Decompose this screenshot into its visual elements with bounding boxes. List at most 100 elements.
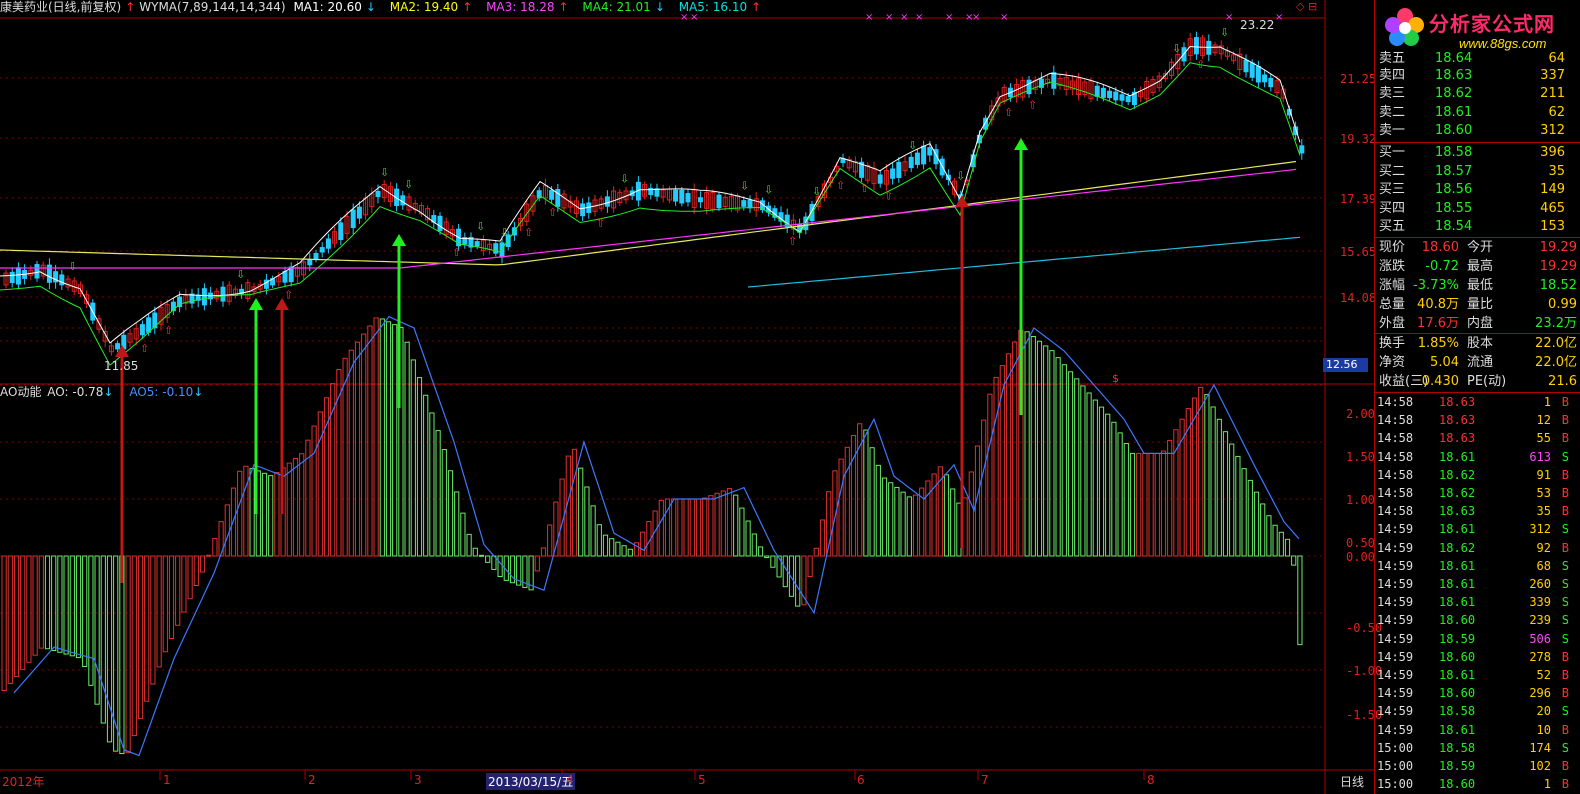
tick-time: 14:58 [1377,467,1414,482]
ao-bar [906,496,912,557]
window-control-icons[interactable]: ◇ ⊟ [1296,0,1317,13]
stat-value: 19.29 [1539,259,1577,274]
period-tab[interactable]: 日线 [1331,773,1373,790]
ma1-dir-icon: ↓ [365,0,376,14]
fund-value: 5.04 [1430,355,1459,370]
ao-bar [1129,452,1136,557]
tick-time: 14:58 [1377,395,1414,409]
ao-bar [361,333,367,557]
tick-row[interactable]: 14:58 18.63 35 B [1377,502,1575,520]
candle [338,222,344,240]
ao-title[interactable]: AO动能 [0,385,41,399]
bid-volume: 396 [1540,145,1565,160]
ao-bar [1154,452,1160,557]
ao-bar [1061,364,1067,557]
candle [356,206,362,219]
ao-bar [385,321,392,557]
tick-row[interactable]: 15:00 18.58 174 S [1377,739,1575,757]
candle [890,168,896,179]
ao-bar [478,554,485,557]
ao-bar [1291,555,1297,566]
tick-row[interactable]: 14:59 18.60 296 B [1377,684,1575,702]
ask-row[interactable]: 卖四 18.63 337 [1379,66,1577,85]
ao-bar [1012,341,1018,557]
stat-key: 现价 [1379,240,1406,255]
candle [896,161,902,178]
bid-price: 18.57 [1435,164,1473,179]
tick-row[interactable]: 14:58 18.62 91 B [1377,466,1575,484]
ao-bar [757,546,764,557]
stat-key: 最低 [1467,278,1494,293]
tick-volume: 91 [1536,467,1551,482]
fund-key: 流通 [1467,355,1494,370]
indicator-name[interactable]: WYMA(7,89,144,14,344) [139,0,285,14]
tick-volume: 296 [1529,686,1551,701]
bid-row[interactable]: 买五 18.54 153 [1379,217,1577,236]
tick-row[interactable]: 14:59 18.60 239 S [1377,611,1575,629]
marker-x-icon: × [1225,12,1233,23]
tick-row[interactable]: 14:59 18.62 92 B [1377,539,1575,557]
tick-row[interactable]: 14:58 18.63 55 B [1377,429,1575,447]
candle [741,200,747,207]
ask-row[interactable]: 卖一 18.60 312 [1379,121,1577,140]
candle [927,147,933,156]
tick-row[interactable]: 14:58 18.63 1 B [1377,393,1575,411]
ao5-dir-icon: ↓ [193,385,204,399]
tick-row[interactable]: 14:59 18.61 52 B [1377,666,1575,684]
ask-row[interactable]: 卖三 18.62 211 [1379,84,1577,103]
ao-bar [726,488,733,557]
ao-axis-label: 2.00 [1346,407,1375,421]
ao-bar [689,498,695,557]
tick-side: B [1561,540,1569,555]
tick-row[interactable]: 14:59 18.58 20 S [1377,702,1575,720]
ao5-line [13,315,1300,757]
stock-name[interactable]: 康美药业(日线,前复权) [0,0,121,14]
bid-label: 买三 [1379,182,1406,197]
ao-bar [485,555,491,563]
candle [1299,145,1305,154]
ao-bar [1167,439,1173,557]
tick-row[interactable]: 14:59 18.61 68 S [1377,557,1575,575]
fundamental-row: 净资 5.04 流通 22.0亿 [1379,353,1577,372]
sell-signal-icon: ⇩ [908,139,917,152]
candle [604,196,610,207]
price-axis-label: 19.32 [1340,132,1377,146]
tick-row[interactable]: 14:58 18.63 12 B [1377,411,1575,429]
bid-row[interactable]: 买一 18.58 396 [1379,143,1577,162]
ma5-dir-icon: ↑ [751,0,762,14]
ao-bar [454,491,460,557]
ao-bar [354,341,361,557]
main-chart[interactable]: ⇩⇧⇧⇩⇧⇩⇩⇧⇩ ⇩ ⇧⇧⇧⇩⇩ ⇩⇧⇩ ⇧ ⇧⇧⇩⇩⇧⇧⇩⇧⇩× × × × × × × ×× × × ×… [0,0,1580,794]
ao-bar [1241,468,1247,557]
bid-row[interactable]: 买三 18.56 149 [1379,180,1577,199]
bid-row[interactable]: 买二 18.57 35 [1379,162,1577,181]
tick-row[interactable]: 14:58 18.61 613 S [1377,448,1575,466]
tick-row[interactable]: 14:59 18.61 260 S [1377,575,1575,593]
ao-bar [956,502,962,557]
tick-row[interactable]: 14:59 18.59 506 S [1377,630,1575,648]
tick-row[interactable]: 14:59 18.60 278 B [1377,648,1575,666]
stat-value: 0.99 [1548,297,1577,312]
ao-bar [119,555,125,755]
tick-row[interactable]: 14:59 18.61 312 S [1377,520,1575,538]
stat-row: 总量 40.8万 量比 0.99 [1379,295,1577,314]
tick-row[interactable]: 14:58 18.62 53 B [1377,484,1575,502]
tick-time: 14:59 [1377,558,1414,573]
tick-price: 18.61 [1439,558,1476,573]
candle [139,324,145,336]
tick-row[interactable]: 14:59 18.61 339 S [1377,593,1575,611]
ao-bar [51,555,57,652]
date-axis-label: 6 [857,773,865,787]
tick-row[interactable]: 15:00 18.59 102 B [1377,757,1575,775]
ask-volume: 211 [1540,86,1565,101]
ask-row[interactable]: 卖二 18.61 62 [1379,103,1577,122]
bid-row[interactable]: 买四 18.55 465 [1379,199,1577,218]
tick-row[interactable]: 15:00 18.60 1 B [1377,775,1575,793]
ao-bar [317,411,323,557]
ao-bar [416,377,423,557]
bid-label: 买一 [1379,145,1406,160]
tick-volume: 68 [1536,558,1551,573]
ao-bar [1222,431,1229,557]
ao-bar [993,376,999,557]
tick-row[interactable]: 14:59 18.61 10 B [1377,721,1575,739]
